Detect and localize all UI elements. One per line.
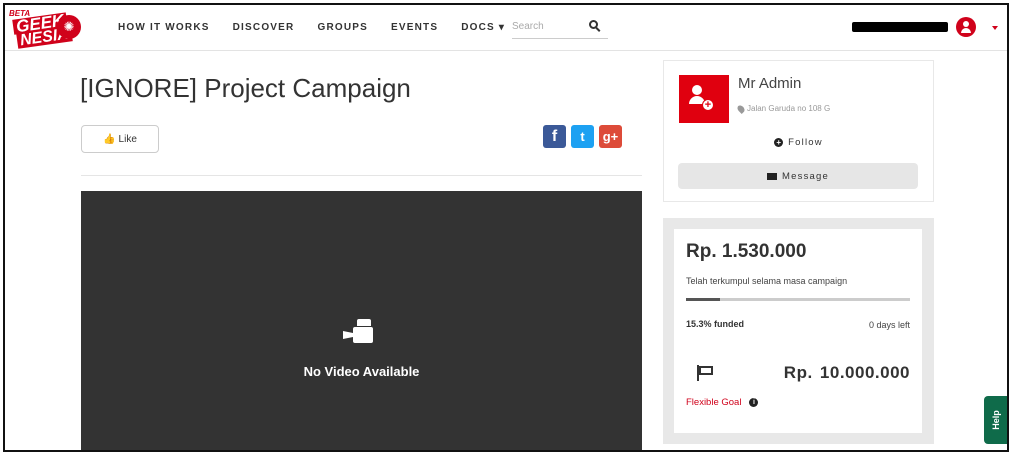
video-placeholder: No Video Available xyxy=(81,191,642,450)
amount-raised: Rp. 1.530.000 xyxy=(686,241,807,262)
browser-viewport: BETA GEEK NESIA ✺ HOW IT WORKS DISCOVER … xyxy=(3,3,1009,452)
follow-button[interactable]: + Follow xyxy=(664,137,933,148)
funding-card: Rp. 1.530.000 Telah terkumpul selama mas… xyxy=(674,229,922,433)
funded-percent: 15.3% funded xyxy=(686,319,745,329)
like-button[interactable]: 👍 Like xyxy=(81,125,159,153)
map-pin-icon xyxy=(736,103,746,114)
user-avatar-icon[interactable] xyxy=(956,17,976,37)
amount-raised-caption: Telah terkumpul selama masa campaign xyxy=(686,276,848,286)
nav-events[interactable]: EVENTS xyxy=(391,22,438,33)
plus-circle-icon: + xyxy=(774,138,784,147)
search-icon[interactable] xyxy=(589,20,598,29)
top-navbar: BETA GEEK NESIA ✺ HOW IT WORKS DISCOVER … xyxy=(5,5,1007,51)
help-tab[interactable]: Help xyxy=(984,396,1007,444)
message-button[interactable]: Message xyxy=(678,163,918,189)
nav-docs-dropdown[interactable]: DOCS ▾ xyxy=(461,22,505,33)
no-video-text: No Video Available xyxy=(303,364,420,379)
owner-card: + Mr Admin Jalan Garuda no 108 G + Follo… xyxy=(663,60,934,202)
social-share: f t g+ xyxy=(543,125,622,148)
follow-label: Follow xyxy=(788,137,823,148)
nav-how-it-works[interactable]: HOW IT WORKS xyxy=(118,22,210,33)
message-label: Message xyxy=(782,170,829,182)
owner-avatar-icon[interactable]: + xyxy=(679,75,729,123)
search-input[interactable] xyxy=(512,15,582,37)
lightbulb-icon: ✺ xyxy=(57,15,81,39)
funding-panel: Rp. 1.530.000 Telah terkumpul selama mas… xyxy=(663,218,934,444)
goal-flag-icon xyxy=(697,365,715,381)
geeknesia-logo[interactable]: BETA GEEK NESIA ✺ xyxy=(9,9,85,49)
main-menu: HOW IT WORKS DISCOVER GROUPS EVENTS DOCS… xyxy=(118,22,528,33)
like-label: Like xyxy=(118,133,137,145)
owner-name[interactable]: Mr Admin xyxy=(738,75,801,92)
funding-goal: Rp. 10.000.000 xyxy=(783,363,910,382)
owner-location: Jalan Garuda no 108 G xyxy=(736,103,831,114)
goal-type-label: Flexible Goal xyxy=(686,397,742,408)
googleplus-share-icon[interactable]: g+ xyxy=(599,125,622,148)
nav-discover[interactable]: DISCOVER xyxy=(233,22,295,33)
days-left: 0 days left xyxy=(868,320,910,330)
help-label: Help xyxy=(990,410,1001,430)
search-box xyxy=(512,15,608,39)
divider xyxy=(81,175,642,176)
video-camera-icon xyxy=(343,319,379,345)
owner-location-text: Jalan Garuda no 108 G xyxy=(747,104,831,113)
redacted-username[interactable] xyxy=(852,22,948,32)
nav-groups[interactable]: GROUPS xyxy=(317,22,368,33)
facebook-share-icon[interactable]: f xyxy=(543,125,566,148)
envelope-icon xyxy=(767,172,778,180)
twitter-share-icon[interactable]: t xyxy=(571,125,594,148)
campaign-title: [IGNORE] Project Campaign xyxy=(80,73,411,103)
user-menu-caret-icon[interactable] xyxy=(992,26,998,30)
funding-progress-fill xyxy=(686,298,721,301)
goal-type: Flexible Goal i xyxy=(686,397,759,408)
funding-progress-bar xyxy=(686,298,910,301)
info-icon[interactable]: i xyxy=(749,398,759,407)
thumbs-up-icon: 👍 xyxy=(103,133,116,145)
